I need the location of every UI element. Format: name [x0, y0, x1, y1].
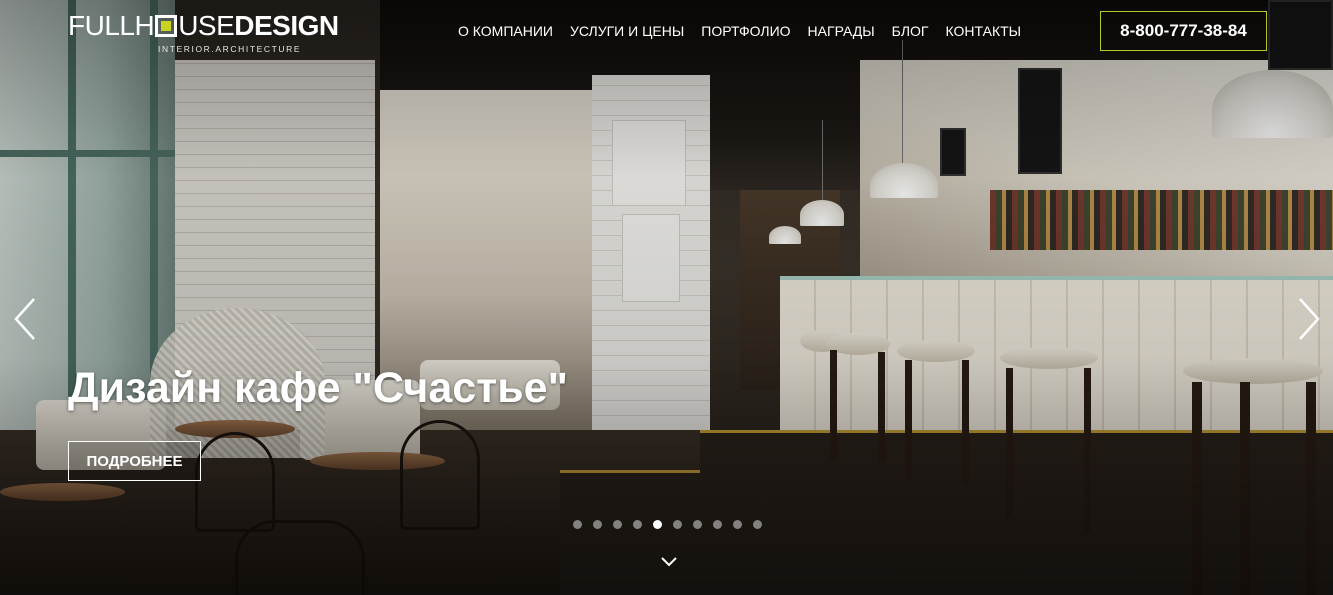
scene-overlay: [0, 0, 1333, 595]
slider-dot[interactable]: [693, 520, 702, 529]
hero-slider: [0, 0, 1333, 595]
more-details-button[interactable]: ПОДРОБНЕЕ: [68, 441, 201, 481]
chevron-down-icon[interactable]: [660, 556, 678, 568]
logo-text-design: DESIGN: [234, 10, 339, 41]
slider-dot[interactable]: [673, 520, 682, 529]
slider-dot[interactable]: [573, 520, 582, 529]
main-nav: О КОМПАНИИ УСЛУГИ И ЦЕНЫ ПОРТФОЛИО НАГРА…: [458, 22, 1030, 40]
slider-dot[interactable]: [653, 520, 662, 529]
slider-dot[interactable]: [593, 520, 602, 529]
nav-item-contacts[interactable]: КОНТАКТЫ: [937, 22, 1030, 40]
nav-item-about[interactable]: О КОМПАНИИ: [458, 22, 561, 40]
slider-dot[interactable]: [733, 520, 742, 529]
logo-text-full: FULLH: [68, 10, 155, 41]
chevron-left-icon[interactable]: [12, 297, 38, 341]
slide-title: Дизайн кафе "Счастье": [68, 364, 568, 412]
slider-dot[interactable]: [633, 520, 642, 529]
nav-item-portfolio[interactable]: ПОРТФОЛИО: [693, 22, 799, 40]
slider-pagination: [573, 520, 762, 529]
logo-subtitle: INTERIOR.ARCHITECTURE: [158, 44, 302, 54]
chevron-right-icon[interactable]: [1296, 297, 1322, 341]
phone-button[interactable]: 8-800-777-38-84: [1100, 11, 1267, 51]
logo-text-use: USE: [178, 10, 235, 41]
nav-item-blog[interactable]: БЛОГ: [883, 22, 937, 40]
nav-item-services-prices[interactable]: УСЛУГИ И ЦЕНЫ: [561, 22, 692, 40]
logo-square-icon: [155, 15, 178, 37]
slider-dot[interactable]: [753, 520, 762, 529]
slider-dot[interactable]: [613, 520, 622, 529]
logo-wordmark: FULLH USE DESIGN: [68, 12, 378, 40]
slider-dot[interactable]: [713, 520, 722, 529]
nav-item-awards[interactable]: НАГРАДЫ: [799, 22, 883, 40]
site-logo[interactable]: FULLH USE DESIGN INTERIOR.ARCHITECTURE: [68, 12, 378, 55]
